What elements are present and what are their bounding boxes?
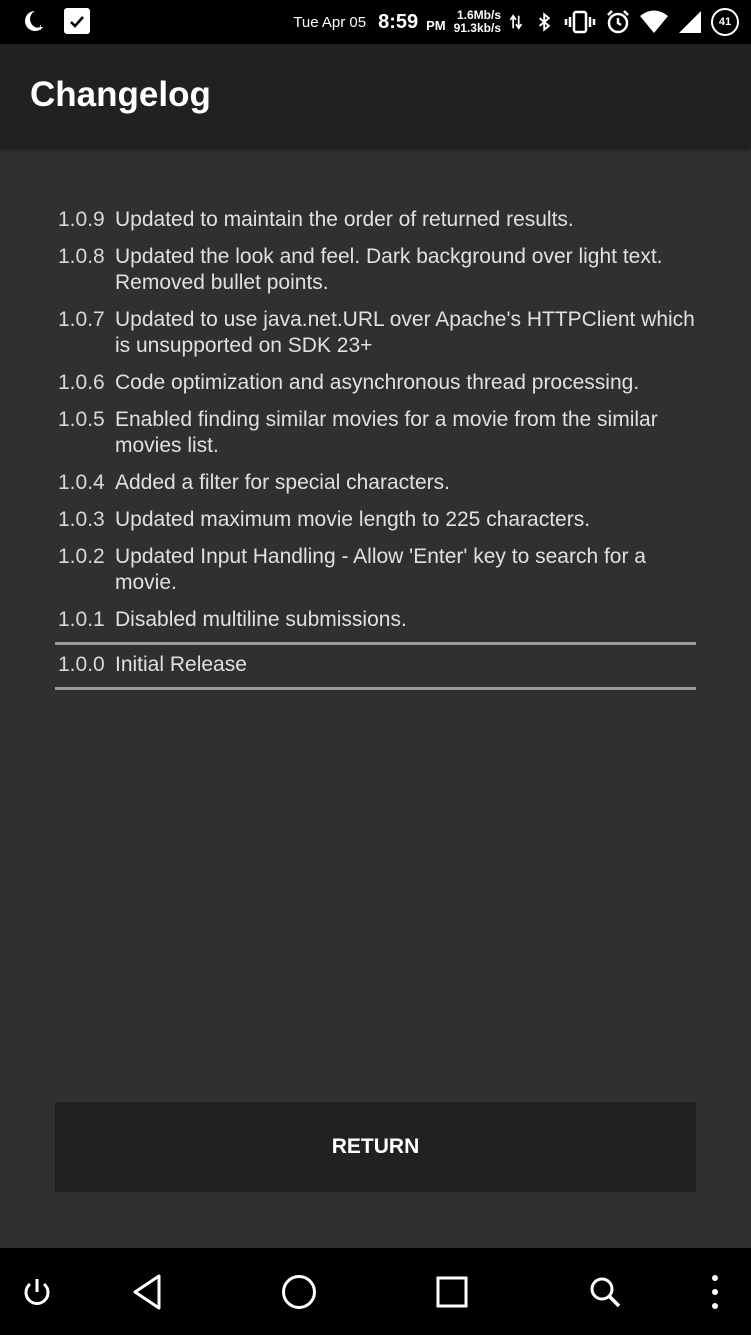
changelog-entry: 1.0.2 Updated Input Handling - Allow 'En…	[55, 541, 696, 604]
moon-icon: +	[25, 11, 44, 32]
entry-version: 1.0.6	[58, 371, 105, 394]
status-time: 8:59	[378, 10, 419, 33]
changelog-entry: 1.0.1 Disabled multiline submissions.	[55, 604, 696, 645]
data-transfer-icon	[509, 14, 523, 30]
changelog-entry: 1.0.8 Updated the look and feel. Dark ba…	[55, 241, 696, 304]
status-date: Tue Apr 05	[293, 13, 367, 31]
page-title: Changelog	[30, 75, 211, 114]
changelog-entry: 1.0.3 Updated maximum movie length to 22…	[55, 504, 696, 541]
entry-text: Updated to use java.net.URL over Apache'…	[115, 308, 695, 357]
home-icon	[282, 1274, 316, 1309]
entry-text: Added a filter for special characters.	[115, 471, 450, 494]
entry-text: Disabled multiline submissions.	[115, 608, 407, 631]
entry-version: 1.0.1	[58, 608, 105, 631]
back-icon	[133, 1274, 161, 1309]
more-button[interactable]	[680, 1248, 750, 1335]
status-ampm: PM	[426, 17, 446, 33]
back-button[interactable]	[112, 1248, 182, 1335]
changelog-entry: 1.0.7 Updated to use java.net.URL over A…	[55, 304, 696, 367]
recents-button[interactable]	[417, 1248, 487, 1335]
upload-speed: 91.3kb/s	[453, 21, 501, 35]
network-speed: 1.6Mb/s 91.3kb/s	[454, 9, 501, 35]
recents-icon	[436, 1276, 468, 1307]
more-vert-icon	[712, 1274, 718, 1309]
bluetooth-icon	[538, 12, 551, 32]
entry-text: Updated the look and feel. Dark backgrou…	[115, 245, 663, 294]
entry-text: Updated maximum movie length to 225 char…	[115, 508, 591, 531]
search-button[interactable]	[570, 1248, 640, 1335]
entry-text: Code optimization and asynchronous threa…	[115, 371, 640, 394]
changelog-list: 1.0.9 Updated to maintain the order of r…	[55, 204, 696, 694]
nav-bar	[0, 1248, 751, 1335]
changelog-entry: 1.0.6 Code optimization and asynchronous…	[55, 367, 696, 404]
entry-version: 1.0.3	[58, 508, 105, 531]
entry-version: 1.0.2	[58, 545, 105, 568]
power-icon	[24, 1278, 50, 1305]
cell-signal-icon	[679, 11, 701, 33]
vibrate-icon	[564, 10, 596, 34]
alarm-icon	[607, 10, 629, 34]
changelog-entry: 1.0.0 Initial Release	[55, 649, 696, 690]
power-button[interactable]	[2, 1248, 72, 1335]
entry-version: 1.0.8	[58, 245, 105, 268]
task-check-icon	[64, 8, 90, 34]
battery-icon: 41	[711, 8, 739, 36]
entry-version: 1.0.5	[58, 408, 105, 431]
entry-text: Initial Release	[115, 653, 247, 676]
entry-text: Updated Input Handling - Allow 'Enter' k…	[115, 545, 646, 594]
return-button[interactable]: RETURN	[55, 1102, 696, 1192]
changelog-entry: 1.0.4 Added a filter for special charact…	[55, 467, 696, 504]
changelog-entry: 1.0.9 Updated to maintain the order of r…	[55, 204, 696, 241]
wifi-icon	[640, 10, 668, 33]
entry-version: 1.0.0	[58, 653, 105, 676]
battery-level: 41	[718, 16, 732, 28]
entry-version: 1.0.7	[58, 308, 105, 331]
svg-text:+: +	[37, 23, 44, 32]
home-button[interactable]	[264, 1248, 334, 1335]
entry-text: Enabled finding similar movies for a mov…	[115, 408, 658, 457]
entry-text: Updated to maintain the order of returne…	[115, 208, 574, 231]
entry-version: 1.0.9	[58, 208, 105, 231]
search-icon	[590, 1277, 621, 1307]
status-bar: + Tue Apr 05 8:59 PM 1.6Mb/s 91.3kb/s 41	[0, 0, 751, 44]
changelog-entry: 1.0.5 Enabled finding similar movies for…	[55, 404, 696, 467]
app-bar: Changelog	[0, 44, 751, 147]
entry-version: 1.0.4	[58, 471, 105, 494]
